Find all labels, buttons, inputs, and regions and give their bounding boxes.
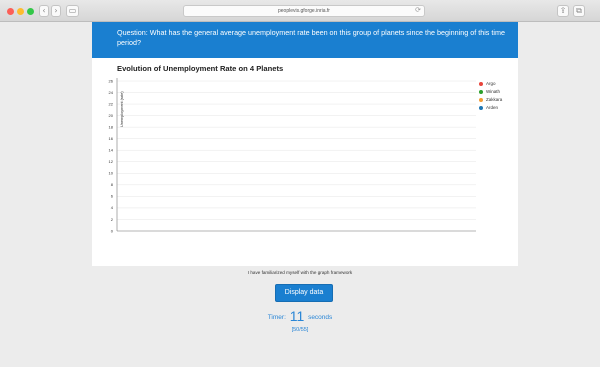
y-tick-label: 8 [111, 182, 114, 187]
y-axis-label: Unemployment (rate) [120, 91, 124, 127]
y-tick-label: 2 [111, 217, 114, 222]
legend-label: Winath [486, 89, 501, 94]
timer-label: Timer: [267, 314, 286, 321]
legend-item: Zakkara [479, 96, 502, 104]
chart-legend: Argo Winath Zakkara Arden [479, 80, 502, 112]
back-icon[interactable]: ‹ [39, 5, 49, 17]
legend-label: Arden [486, 105, 499, 110]
address-bar[interactable]: peoplevis.gforge.inria.fr ⟳ [183, 5, 425, 17]
display-data-button[interactable]: Display data [275, 284, 333, 302]
timer-value: 11 [289, 308, 305, 324]
familiarized-confirmation-text: I have familiarized myself with the grap… [247, 270, 353, 275]
y-tick-label: 10 [109, 171, 114, 176]
y-tick-label: 18 [109, 124, 114, 129]
share-icon[interactable]: ⇪ [557, 5, 569, 17]
legend-label: Argo [486, 81, 496, 86]
tabs-icon[interactable]: ⧉ [573, 5, 585, 17]
minimize-window-button[interactable] [17, 8, 24, 15]
y-tick-label: 16 [109, 136, 114, 141]
y-tick-label: 6 [111, 194, 114, 199]
timer-unit: seconds [308, 314, 333, 321]
close-window-button[interactable] [7, 8, 14, 15]
legend-dot-icon [479, 105, 483, 110]
y-tick-label: 4 [111, 205, 114, 210]
question-progress: [50/55] [291, 327, 309, 333]
legend-item: Arden [479, 104, 502, 112]
browser-toolbar: ‹ › ▭ peoplevis.gforge.inria.fr ⟳ ⇪ ⧉ [0, 0, 600, 22]
zoom-window-button[interactable] [27, 8, 34, 15]
y-tick-label: 20 [109, 113, 114, 118]
y-tick-label: 14 [109, 148, 114, 153]
y-tick-label: 0 [111, 228, 114, 233]
sidebar-icon[interactable]: ▭ [66, 5, 79, 17]
legend-dot-icon [479, 81, 483, 86]
legend-item: Winath [479, 88, 502, 96]
unemployment-chart: 02468101214161820222426 Unemployment (ra… [109, 78, 476, 233]
timer: Timer: 11 seconds [0, 308, 600, 324]
y-tick-label: 26 [109, 78, 114, 83]
y-tick-label: 12 [109, 159, 114, 164]
address-text: peoplevis.gforge.inria.fr [278, 8, 330, 14]
y-tick-label: 22 [109, 101, 114, 106]
y-tick-label: 24 [109, 90, 114, 95]
legend-item: Argo [479, 80, 502, 88]
legend-dot-icon [479, 89, 483, 94]
legend-label: Zakkara [486, 97, 503, 102]
task-card: Question: What has the general average u… [92, 22, 518, 266]
forward-icon[interactable]: › [51, 5, 61, 17]
reload-icon[interactable]: ⟳ [415, 6, 421, 16]
legend-dot-icon [479, 97, 483, 102]
